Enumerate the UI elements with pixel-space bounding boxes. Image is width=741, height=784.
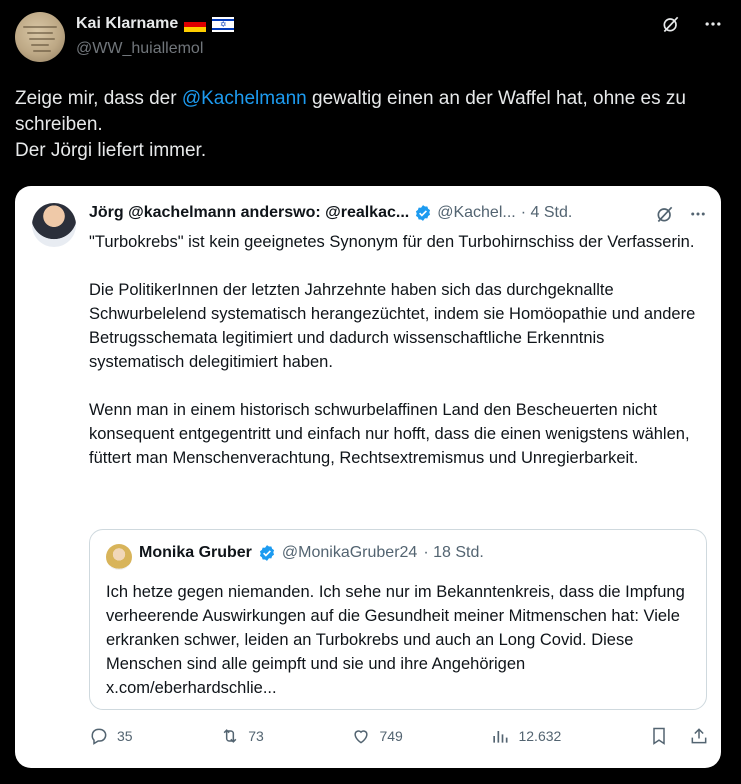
verified-badge-icon	[259, 545, 274, 561]
inner-post-text: Ich hetze gegen niemanden. Ich sehe nur …	[106, 583, 685, 697]
repost-icon	[223, 729, 237, 743]
quoted-paragraph: Wenn man in einem historisch schwurbelaf…	[89, 401, 690, 467]
quoted-post-action-bar: 35 73 749 12.632	[89, 726, 709, 746]
reply-button[interactable]: 35	[89, 726, 133, 746]
grok-icon[interactable]	[661, 14, 681, 34]
analytics-icon	[493, 731, 508, 743]
author-name-row[interactable]: Kai Klarname ✡	[76, 15, 235, 33]
verified-badge-icon	[416, 205, 431, 221]
repost-count: 73	[248, 728, 264, 744]
inner-quoted-post[interactable]: Monika Gruber @MonikaGruber24 · 18 Std. …	[89, 529, 707, 710]
bookmark-icon[interactable]	[649, 726, 669, 746]
author-handle[interactable]: @WW_huiallemol	[76, 40, 203, 58]
more-options-icon[interactable]	[703, 14, 723, 34]
post-top-actions	[661, 14, 723, 34]
inner-post-time: · 18 Std.	[423, 544, 484, 561]
quoted-post-header: Jörg @kachelmann anderswo: @realkac... @…	[89, 204, 572, 222]
like-button[interactable]: 749	[351, 726, 403, 746]
post-text-part1: Zeige mir, dass der	[15, 88, 182, 109]
quoted-post-time[interactable]: · 4 Std.	[521, 204, 573, 222]
quoted-author-avatar[interactable]	[32, 203, 76, 247]
quoted-post-card[interactable]: Jörg @kachelmann anderswo: @realkac... @…	[15, 186, 721, 768]
like-count: 749	[379, 728, 403, 744]
reply-count: 35	[117, 728, 133, 744]
inner-author-handle: @MonikaGruber24	[281, 544, 418, 561]
inner-post-header: Monika Gruber @MonikaGruber24 · 18 Std.	[139, 544, 484, 562]
views-count: 12.632	[518, 728, 562, 744]
mention-link[interactable]: @Kachelmann	[182, 88, 307, 109]
inner-author-name: Monika Gruber	[139, 544, 252, 561]
inner-author-avatar	[106, 544, 132, 570]
germany-flag-icon	[184, 16, 207, 32]
repost-button[interactable]: 73	[220, 726, 264, 746]
more-options-icon[interactable]	[689, 205, 707, 223]
author-name[interactable]: Kai Klarname	[76, 15, 178, 33]
quoted-paragraph: Die PolitikerInnen der letzten Jahrzehnt…	[89, 281, 696, 371]
grok-icon[interactable]	[655, 204, 675, 224]
quoted-post-top-actions	[655, 204, 707, 224]
quoted-author-handle[interactable]: @Kachel...	[437, 204, 516, 222]
views-button[interactable]: 12.632	[490, 726, 561, 746]
heart-icon	[354, 730, 369, 744]
israel-flag-icon: ✡	[212, 16, 235, 32]
quoted-author-name[interactable]: Jörg @kachelmann anderswo: @realkac...	[89, 204, 409, 222]
post-text: Zeige mir, dass der @Kachelmann gewaltig…	[15, 86, 725, 164]
quoted-paragraph: "Turbokrebs" ist kein geeignetes Synonym…	[89, 233, 695, 251]
post-text-line3: Der Jörgi liefert immer.	[15, 140, 207, 161]
share-icon[interactable]	[689, 726, 709, 746]
reply-icon	[91, 728, 107, 745]
author-avatar[interactable]	[15, 12, 65, 62]
quoted-post-text: "Turbokrebs" ist kein geeignetes Synonym…	[89, 230, 699, 494]
share-actions	[649, 726, 709, 746]
